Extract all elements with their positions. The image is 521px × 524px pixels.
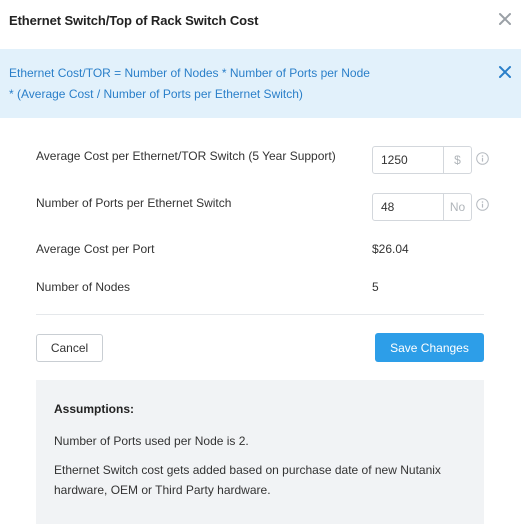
save-changes-button[interactable]: Save Changes	[375, 333, 484, 362]
dialog-header: Ethernet Switch/Top of Rack Switch Cost	[0, 0, 521, 48]
ports-input[interactable]	[373, 194, 443, 220]
close-icon[interactable]	[497, 11, 513, 27]
assumptions-title: Assumptions:	[54, 402, 135, 416]
assumption-item: Ethernet Switch cost gets added based on…	[54, 463, 441, 497]
assumptions-panel: Assumptions: Number of Ports used per No…	[36, 380, 484, 524]
cost-per-port-value: $26.04	[372, 242, 409, 256]
assumption-item: Number of Ports used per Node is 2.	[54, 434, 249, 448]
ethernet-cost-dialog: Ethernet Switch/Top of Rack Switch Cost …	[0, 0, 521, 524]
nodes-value: 5	[372, 280, 379, 294]
formula-line-2: * (Average Cost / Number of Ports per Et…	[9, 87, 303, 101]
nodes-label: Number of Nodes	[36, 280, 131, 294]
ports-field: No	[372, 193, 472, 221]
avg-cost-field: $	[372, 146, 472, 174]
formula-line-1: Ethernet Cost/TOR = Number of Nodes * Nu…	[9, 66, 370, 80]
banner-close-icon[interactable]	[498, 65, 512, 79]
avg-cost-label: Average Cost per Ethernet/TOR Switch (5 …	[36, 149, 336, 163]
avg-cost-input[interactable]	[373, 147, 443, 173]
formula-banner: Ethernet Cost/TOR = Number of Nodes * Nu…	[0, 49, 521, 118]
ports-label: Number of Ports per Ethernet Switch	[36, 196, 232, 210]
cost-per-port-label: Average Cost per Port	[36, 242, 155, 256]
cancel-button[interactable]: Cancel	[36, 334, 103, 362]
info-icon[interactable]	[476, 152, 489, 165]
dialog-title: Ethernet Switch/Top of Rack Switch Cost	[9, 13, 259, 28]
info-icon[interactable]	[476, 198, 489, 211]
avg-cost-unit: $	[443, 147, 471, 173]
ports-unit: No	[443, 194, 471, 220]
divider	[36, 314, 484, 315]
